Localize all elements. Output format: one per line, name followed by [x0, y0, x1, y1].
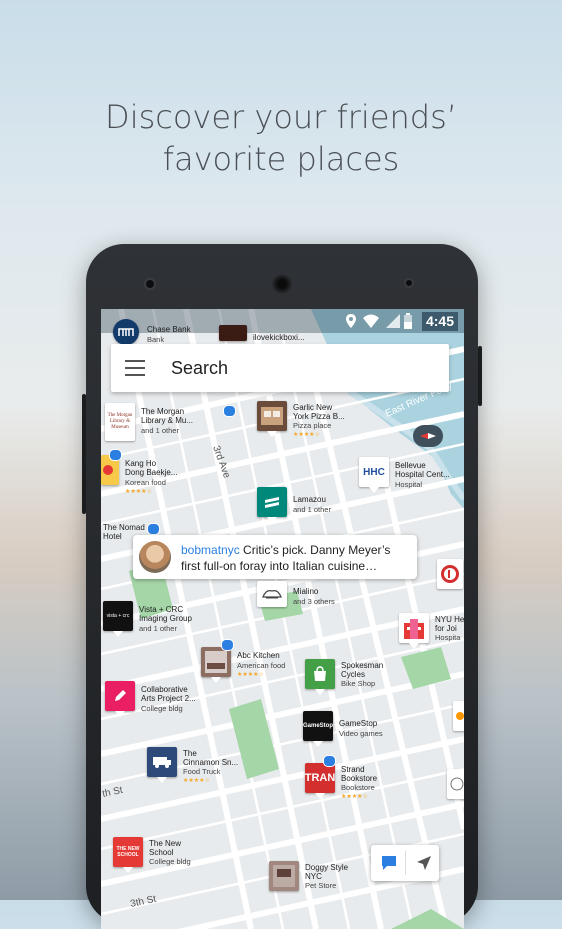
- vista-crc-logo: vista + crc: [103, 601, 133, 631]
- place-sub: Video games: [339, 729, 383, 738]
- place-name-2: Imaging Group: [139, 614, 192, 623]
- location-icon: [346, 314, 356, 328]
- place-name-2: Dong Baekje...: [125, 468, 178, 477]
- bank-logo-icon: [113, 319, 139, 345]
- search-bar[interactable]: Search: [111, 344, 449, 392]
- screen: 3rd Ave East River Ferry th St 3th St 4:…: [101, 309, 464, 929]
- wifi-icon: [363, 314, 379, 328]
- headline-line2: favorite places: [162, 140, 400, 178]
- place-sub: Pizza place: [293, 421, 332, 430]
- place-sub: and 1 other: [141, 426, 179, 435]
- comment-bubble-icon[interactable]: [109, 449, 122, 461]
- place-edge-icon: [447, 769, 464, 799]
- place-sub: American food: [237, 661, 286, 670]
- place-sub: College bldg: [141, 704, 183, 713]
- comment-bubble-icon[interactable]: [223, 405, 236, 417]
- r-logo-icon: [437, 559, 463, 589]
- compass-icon[interactable]: [413, 425, 443, 447]
- new-school-logo: THE NEW SCHOOL: [113, 837, 143, 867]
- battery-icon: [404, 313, 412, 329]
- place-edge-icon: [453, 701, 464, 731]
- place-sub: Bike Shop: [341, 679, 376, 688]
- sandwich-icon: [257, 487, 287, 517]
- gamestop-logo: GameStop: [303, 711, 333, 741]
- rating-stars: ★★★★☆: [293, 432, 320, 438]
- strand-logo: TRAN: [305, 763, 335, 793]
- place-name-2: Hospital Cent...: [395, 470, 450, 479]
- comment-bubble-icon[interactable]: [147, 523, 160, 535]
- abc-kitchen-photo-icon: [201, 647, 231, 677]
- phone-frame: 3rd Ave East River Ferry th St 3th St 4:…: [82, 244, 482, 929]
- hhc-logo-icon: HHC: [359, 457, 389, 487]
- place-category: Bank: [147, 335, 165, 344]
- callout-text1: Critic’s pick. Danny Meyer’s: [243, 543, 391, 557]
- place-name: Chase Bank: [147, 325, 191, 334]
- place-name: Mialino: [293, 587, 319, 596]
- rating-stars: ★★★★☆: [341, 794, 368, 800]
- place-sub: College bldg: [149, 857, 191, 866]
- my-location-arrow-icon[interactable]: [415, 854, 433, 872]
- food-truck-icon: [147, 747, 177, 777]
- avatar[interactable]: [139, 541, 171, 573]
- pencil-icon: [105, 681, 135, 711]
- kickboxing-photo-icon: [219, 325, 247, 341]
- place-name: Lamazou: [293, 495, 326, 504]
- place-name: GameStop: [339, 719, 378, 728]
- comment-bubble-icon[interactable]: [221, 639, 234, 651]
- hamburger-menu-icon[interactable]: [125, 360, 145, 376]
- rating-stars: ★★★★☆: [125, 489, 152, 495]
- status-time: 4:45: [421, 312, 458, 331]
- map-actions: [371, 845, 439, 881]
- rating-stars: ★★★★☆: [237, 672, 264, 678]
- comment-bubble-icon[interactable]: [323, 755, 336, 767]
- front-camera: [144, 278, 156, 290]
- place-name-2: Arts Project 2...: [141, 694, 196, 703]
- place-name-2: Library & Mu...: [141, 416, 194, 425]
- place-sub: and 1 other: [139, 624, 177, 633]
- place-sub: and 1 other: [293, 505, 331, 514]
- place-sub: Korean food: [125, 478, 166, 487]
- callout-username[interactable]: bobmatnyc: [181, 543, 240, 557]
- place-name-2: Hotel: [103, 532, 122, 541]
- hospital-building-icon: [399, 613, 429, 643]
- headline-line1: Discover your friends’: [105, 98, 457, 136]
- place-sub: Food Truck: [183, 767, 221, 776]
- search-input[interactable]: Search: [171, 358, 228, 379]
- comment-icon[interactable]: [380, 854, 398, 872]
- place-sub: and 3 others: [293, 597, 335, 606]
- callout-line1: bobmatnyc Critic’s pick. Danny Meyer’s: [181, 543, 390, 557]
- mialino-logo-icon: [257, 581, 287, 607]
- place-sub: Hospita: [435, 633, 461, 642]
- place-sub: Bookstore: [341, 783, 375, 792]
- doggy-style-photo-icon: [269, 861, 299, 891]
- shopping-bag-icon: [305, 659, 335, 689]
- pizza-photo-icon: [257, 401, 287, 431]
- friend-callout[interactable]: bobmatnyc Critic’s pick. Danny Meyer’s f…: [133, 535, 417, 579]
- rating-stars: ★★★★☆: [183, 778, 210, 784]
- earpiece: [272, 274, 292, 294]
- place-sub: Pet Store: [305, 881, 337, 890]
- place-name: Abc Kitchen: [237, 651, 280, 660]
- volume-button: [82, 394, 86, 514]
- power-button: [478, 346, 482, 406]
- headline: Discover your friends’ favorite places: [0, 96, 562, 180]
- sensor: [404, 278, 414, 288]
- signal-icon: [386, 314, 400, 328]
- morgan-library-logo: The Morgan Library & Museum: [105, 403, 135, 441]
- place-name: ilovekickboxi...: [253, 333, 305, 342]
- place-sub: Hospital: [395, 480, 423, 489]
- callout-line2: first full-on foray into Italian cuisine…: [181, 559, 378, 573]
